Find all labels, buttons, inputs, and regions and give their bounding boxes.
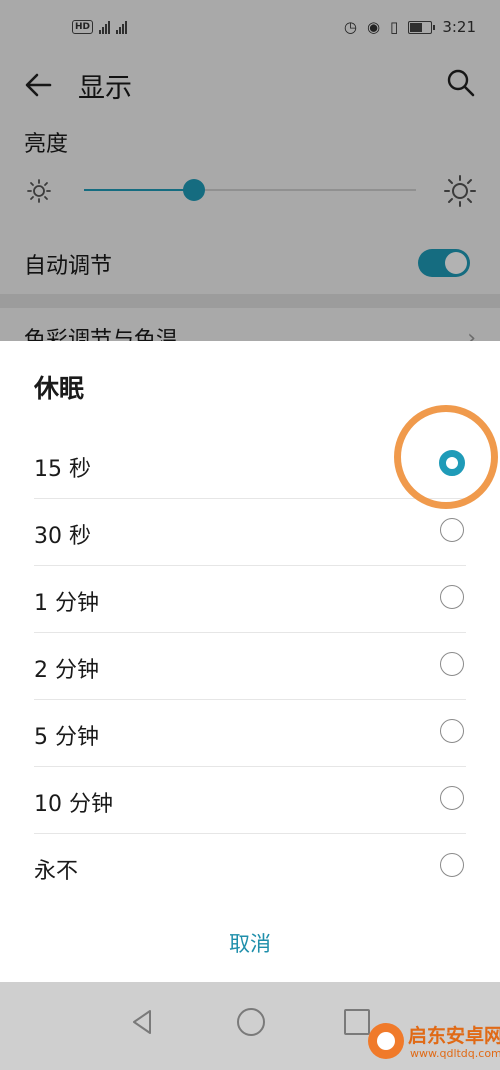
- option-label: 永不: [34, 859, 79, 884]
- option-never[interactable]: 永不: [34, 833, 466, 900]
- option-5-minutes[interactable]: 5 分钟: [34, 699, 466, 767]
- radio-icon[interactable]: [440, 719, 464, 743]
- highlight-circle-annotation: [394, 405, 498, 509]
- watermark-logo-icon: [368, 1023, 404, 1059]
- radio-icon[interactable]: [440, 585, 464, 609]
- radio-icon[interactable]: [440, 786, 464, 810]
- site-watermark: 启东安卓网 www.qdltdq.com: [358, 1005, 500, 1067]
- option-label: 15 秒: [34, 457, 91, 482]
- cancel-button[interactable]: 取消: [200, 926, 300, 962]
- watermark-name: 启东安卓网: [408, 1025, 500, 1047]
- nav-back-icon[interactable]: [128, 1007, 158, 1037]
- option-label: 10 分钟: [34, 792, 113, 817]
- option-1-minute[interactable]: 1 分钟: [34, 565, 466, 633]
- option-label: 30 秒: [34, 524, 91, 549]
- radio-icon[interactable]: [440, 652, 464, 676]
- option-10-minutes[interactable]: 10 分钟: [34, 766, 466, 834]
- dialog-title: 休眠: [34, 374, 85, 403]
- radio-icon[interactable]: [440, 518, 464, 542]
- option-label: 2 分钟: [34, 658, 99, 683]
- nav-home-icon[interactable]: [237, 1008, 265, 1036]
- option-label: 5 分钟: [34, 725, 99, 750]
- radio-icon[interactable]: [440, 853, 464, 877]
- option-30-seconds[interactable]: 30 秒: [34, 498, 466, 566]
- option-label: 1 分钟: [34, 591, 99, 616]
- watermark-url: www.qdltdq.com: [410, 1047, 500, 1060]
- sleep-dialog: 休眠 15 秒 30 秒 1 分钟 2 分钟 5 分钟 10 分钟 永不 取消: [0, 341, 500, 982]
- option-2-minutes[interactable]: 2 分钟: [34, 632, 466, 700]
